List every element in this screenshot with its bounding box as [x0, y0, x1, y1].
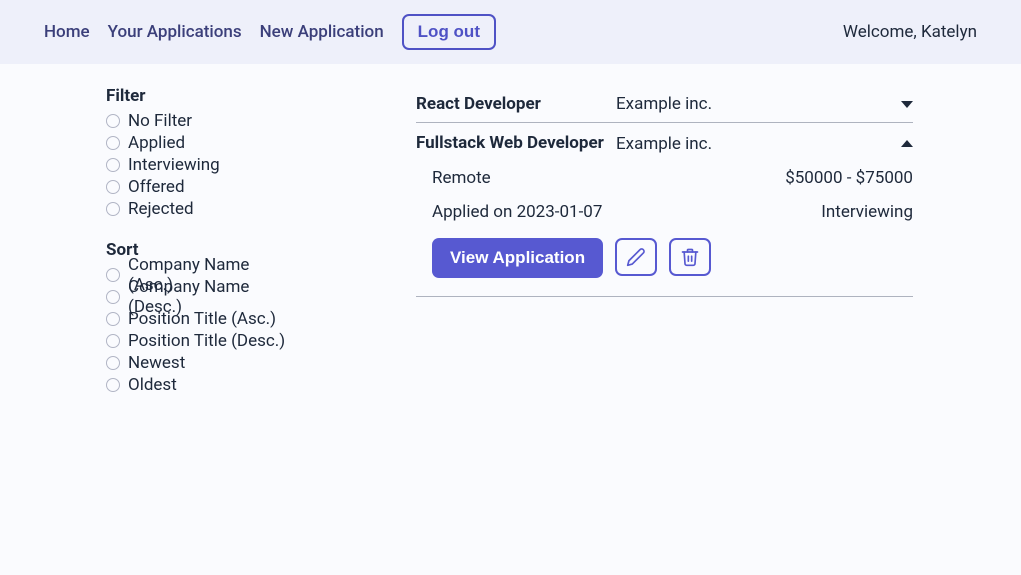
radio-icon: [106, 114, 120, 128]
radio-icon: [106, 290, 120, 304]
filter-label: Interviewing: [128, 155, 220, 175]
filter-label: Rejected: [128, 199, 194, 219]
radio-icon: [106, 334, 120, 348]
sort-label: Position Title (Desc.): [128, 331, 285, 351]
filter-label: No Filter: [128, 111, 192, 131]
logout-button[interactable]: Log out: [402, 14, 496, 50]
application-location: Remote: [432, 168, 491, 188]
trash-icon: [680, 247, 700, 267]
sort-option-oldest[interactable]: Oldest: [106, 374, 290, 396]
sidebar: Filter No Filter Applied Interviewing Of…: [0, 86, 310, 416]
application-row-expanded: Fullstack Web Developer Example inc. Rem…: [416, 123, 913, 297]
sort-label: Newest: [128, 353, 185, 373]
content: Filter No Filter Applied Interviewing Of…: [0, 64, 1021, 416]
application-title: Fullstack Web Developer: [416, 133, 616, 154]
application-salary: $50000 - $75000: [785, 168, 913, 188]
radio-icon: [106, 158, 120, 172]
filter-radio-group: No Filter Applied Interviewing Offered R…: [106, 110, 290, 220]
application-location-salary: Remote $50000 - $75000: [416, 160, 913, 194]
sort-option-position-asc[interactable]: Position Title (Asc.): [106, 308, 290, 330]
edit-button[interactable]: [615, 238, 657, 276]
pencil-icon: [626, 247, 646, 267]
welcome-text: Welcome, Katelyn: [843, 22, 977, 42]
radio-icon: [106, 180, 120, 194]
view-application-button[interactable]: View Application: [432, 238, 603, 278]
application-date-status: Applied on 2023-01-07 Interviewing: [416, 194, 913, 228]
filter-label: Offered: [128, 177, 185, 197]
filter-option-interviewing[interactable]: Interviewing: [106, 154, 290, 176]
application-company: Example inc.: [616, 134, 901, 154]
filter-option-applied[interactable]: Applied: [106, 132, 290, 154]
nav-home[interactable]: Home: [44, 22, 90, 42]
filter-option-rejected[interactable]: Rejected: [106, 198, 290, 220]
sort-radio-group: Company Name (Asc.) Company Name (Desc.)…: [106, 264, 290, 396]
sort-option-company-desc[interactable]: Company Name (Desc.): [106, 286, 290, 308]
radio-icon: [106, 268, 120, 282]
sort-label: Oldest: [128, 375, 177, 395]
application-applied-on: Applied on 2023-01-07: [432, 202, 602, 222]
application-status: Interviewing: [821, 202, 913, 222]
filter-label: Applied: [128, 133, 185, 153]
sort-label: Position Title (Asc.): [128, 309, 276, 329]
nav-links: Home Your Applications New Application L…: [44, 14, 496, 50]
radio-icon: [106, 136, 120, 150]
application-header: Fullstack Web Developer Example inc.: [416, 123, 913, 160]
application-row: React Developer Example inc.: [416, 86, 913, 123]
application-company: Example inc.: [616, 94, 901, 114]
radio-icon: [106, 202, 120, 216]
chevron-up-icon[interactable]: [901, 140, 913, 147]
applications-list: React Developer Example inc. Fullstack W…: [310, 86, 1021, 416]
chevron-down-icon[interactable]: [901, 101, 913, 108]
filter-option-no-filter[interactable]: No Filter: [106, 110, 290, 132]
sort-option-position-desc[interactable]: Position Title (Desc.): [106, 330, 290, 352]
delete-button[interactable]: [669, 238, 711, 276]
nav-your-applications[interactable]: Your Applications: [108, 22, 242, 42]
nav-new-application[interactable]: New Application: [260, 22, 384, 42]
application-title: React Developer: [416, 94, 616, 114]
application-actions: View Application: [416, 238, 913, 278]
radio-icon: [106, 378, 120, 392]
filter-heading: Filter: [106, 86, 290, 106]
filter-option-offered[interactable]: Offered: [106, 176, 290, 198]
radio-icon: [106, 356, 120, 370]
topbar: Home Your Applications New Application L…: [0, 0, 1021, 64]
sort-option-newest[interactable]: Newest: [106, 352, 290, 374]
radio-icon: [106, 312, 120, 326]
